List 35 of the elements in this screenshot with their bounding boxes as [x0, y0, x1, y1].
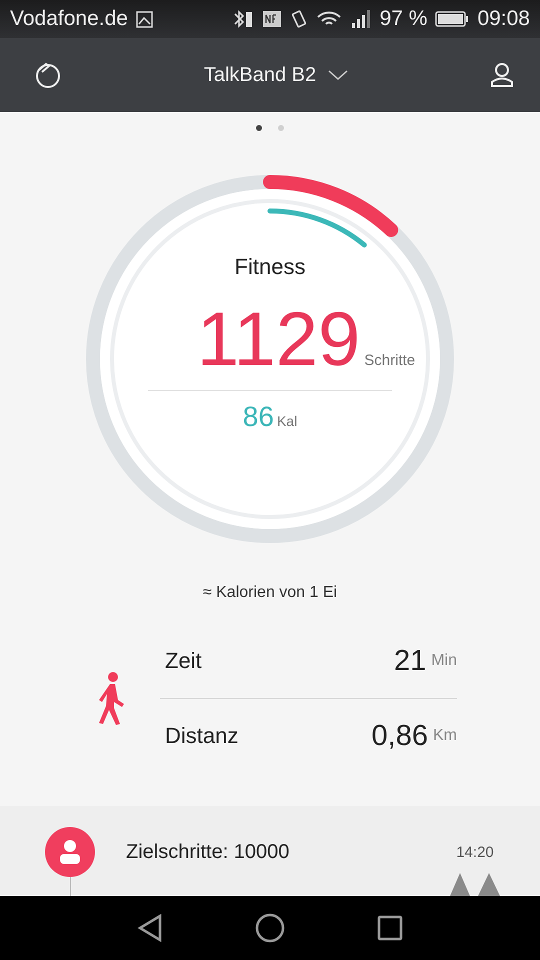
carrier-name: Vodafone.de — [10, 7, 128, 31]
bluetooth-icon — [232, 9, 254, 29]
goal-text: Zielschritte: 10000 — [126, 841, 290, 864]
clock-time: 09:08 — [477, 7, 530, 31]
home-button[interactable] — [255, 913, 285, 943]
steps-unit: Schritte — [364, 352, 416, 369]
stat-unit: Min — [431, 652, 457, 670]
timeline-card[interactable]: Zielschritte: 10000 14:20 — [0, 806, 540, 896]
stat-value: 21 — [394, 644, 426, 678]
calorie-count: 86 — [242, 401, 274, 433]
stat-label: Distanz — [165, 723, 240, 749]
device-selector[interactable]: TalkBand B2 — [204, 64, 348, 86]
battery-percent: 97 % — [380, 7, 428, 31]
stat-label: Zeit — [165, 648, 203, 674]
page-indicator-dot[interactable] — [256, 125, 262, 131]
recents-button[interactable] — [377, 915, 403, 941]
step-count: 1129 — [196, 302, 360, 378]
walking-person-icon — [96, 672, 126, 726]
goal-avatar-icon — [45, 827, 95, 877]
signal-icon — [350, 9, 372, 29]
band-icon[interactable] — [34, 61, 62, 89]
back-button[interactable] — [137, 914, 163, 942]
entry-time: 14:20 — [456, 844, 494, 861]
vibrate-icon — [290, 9, 308, 29]
stat-unit: Km — [433, 727, 457, 745]
chevron-down-icon — [328, 69, 348, 81]
nfc-icon — [262, 10, 282, 28]
calorie-hint: ≈ Kalorien von 1 Ei — [202, 584, 338, 602]
calorie-unit: Kal — [276, 413, 298, 429]
battery-icon — [435, 10, 470, 28]
page-indicator-dot[interactable] — [278, 125, 284, 131]
stat-value: 0,86 — [372, 720, 428, 752]
ring-title: Fitness — [234, 254, 306, 280]
profile-icon[interactable] — [490, 62, 514, 88]
image-icon — [136, 10, 153, 28]
